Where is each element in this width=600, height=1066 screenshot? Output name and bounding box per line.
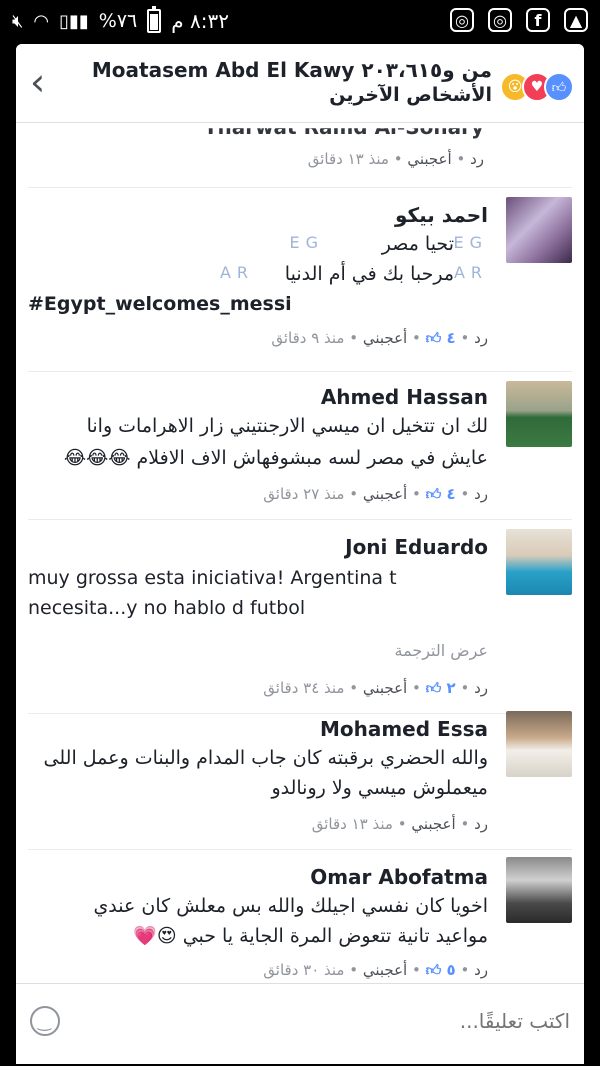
- avatar[interactable]: [506, 381, 572, 447]
- comment-author[interactable]: Omar Abofatma: [310, 865, 488, 889]
- comment-meta: رد • ٥ 👍︎ • أعجبني • منذ ٣٠ دقائق: [263, 961, 488, 979]
- comments-list[interactable]: Tharwat Ramd Al-Sohary رد • أعجبني • منذ…: [16, 123, 584, 983]
- timestamp: منذ ١٣ دقائق: [307, 150, 389, 168]
- comment-text: مرحبا بك في أم الدنيا: [284, 263, 454, 285]
- comment-meta: رد • ٤ 👍︎ • أعجبني • منذ ٩ دقائق: [271, 329, 488, 347]
- comment-text: عايش في مصر لسه مبشوفهاش الاف الافلام 😂😂…: [63, 447, 488, 469]
- comment-text: تحيا مصر: [381, 233, 454, 255]
- see-translation-link[interactable]: عرض الترجمة: [395, 641, 489, 660]
- comment-author[interactable]: Mohamed Essa: [320, 717, 488, 741]
- like-count[interactable]: ٢ 👍︎: [426, 679, 456, 697]
- gallery-icon: ▲: [564, 8, 588, 32]
- avatar[interactable]: [506, 857, 572, 923]
- instagram-icon: ◎: [488, 8, 512, 32]
- flag-emoji-icon: AR: [453, 263, 488, 282]
- comment-item: احمد بيكو EG تحيا مصر EG AR مرحبا بك في …: [16, 197, 584, 397]
- like-count[interactable]: ٥ 👍︎: [426, 961, 456, 979]
- flag-emoji-icon: EG: [453, 233, 488, 252]
- header-subtitle[interactable]: الأشخاص الآخرين: [329, 84, 492, 106]
- comment-meta: رد • ٤ 👍︎ • أعجبني • منذ ٢٧ دقائق: [263, 485, 488, 503]
- facebook-icon: f: [526, 8, 550, 32]
- battery-level: ٧٦%: [98, 10, 138, 32]
- divider: [28, 371, 572, 372]
- comment-author-partial[interactable]: Tharwat Ramd Al-Sohary: [204, 128, 484, 139]
- emoji-smiley-icon[interactable]: [30, 1006, 60, 1036]
- reply-link[interactable]: رد: [470, 150, 484, 168]
- comment-meta: رد • أعجبني • منذ ١٣ دقائق: [311, 815, 488, 833]
- comments-panel: ‹ 😮 ♥ 👍︎ Moatasem Abd El Kawy من و٢٠٣،٦١…: [16, 44, 584, 1064]
- status-bar: ٨:٣٢ م ٧٦% ▮▮▯ ◠ 🔇︎ ◎ ◎ f ▲: [0, 0, 600, 44]
- divider: [28, 519, 572, 520]
- comment-text: muy grossa esta iniciativa! Argentina t: [28, 567, 397, 589]
- like-count[interactable]: ٤ 👍︎: [426, 485, 456, 503]
- reactions-summary[interactable]: 😮 ♥ 👍︎: [500, 72, 580, 102]
- comment-item: Mohamed Essa والله الحضري برقبته كان جاب…: [16, 711, 584, 861]
- avatar[interactable]: [506, 197, 572, 263]
- comment-author[interactable]: Joni Eduardo: [345, 535, 488, 559]
- notification-icons: ◎ ◎ f ▲: [450, 8, 588, 32]
- timestamp: منذ ٣٤ دقائق: [263, 679, 345, 697]
- comment-text: necesita...y no hablo d futbol: [28, 597, 306, 619]
- flag-emoji-icon: AR: [219, 263, 254, 282]
- reply-link[interactable]: رد: [474, 485, 488, 503]
- comment-text: اخويا كان نفسي اجيلك والله بس معلش كان ع…: [93, 895, 488, 917]
- avatar[interactable]: [506, 529, 572, 595]
- reply-link[interactable]: رد: [474, 679, 488, 697]
- like-count[interactable]: ٤ 👍︎: [426, 329, 456, 347]
- comment-text: والله الحضري برقبته كان جاب المدام والبن…: [43, 747, 488, 769]
- comment-author[interactable]: Ahmed Hassan: [321, 385, 488, 409]
- comment-text: ميعملوش ميسي ولا رونالدو: [271, 777, 488, 799]
- hashtag-link[interactable]: #Egypt_welcomes_messi: [28, 289, 292, 319]
- timestamp: منذ ٣٠ دقائق: [263, 961, 345, 979]
- timestamp: منذ ٩ دقائق: [271, 329, 345, 347]
- comment-meta: رد • ٢ 👍︎ • أعجبني • منذ ٣٤ دقائق: [263, 679, 488, 697]
- status-left: ٨:٣٢ م ٧٦% ▮▮▯ ◠ 🔇︎: [12, 6, 229, 33]
- battery-icon: [147, 6, 162, 33]
- like-link[interactable]: أعجبني: [363, 961, 407, 979]
- back-chevron-icon[interactable]: ‹: [30, 62, 45, 102]
- comment-item: Omar Abofatma اخويا كان نفسي اجيلك والله…: [16, 857, 584, 983]
- like-link[interactable]: أعجبني: [411, 815, 455, 833]
- reply-link[interactable]: رد: [474, 329, 488, 347]
- like-link[interactable]: أعجبني: [363, 485, 407, 503]
- divider: [28, 187, 572, 188]
- like-reaction-icon: 👍︎: [544, 72, 574, 102]
- timestamp: منذ ١٣ دقائق: [311, 815, 393, 833]
- comment-item: Ahmed Hassan لك ان تتخيل ان ميسي الارجنت…: [16, 381, 584, 541]
- comment-item: Joni Eduardo muy grossa esta iniciativa!…: [16, 529, 584, 714]
- instagram-icon: ◎: [450, 8, 474, 32]
- avatar[interactable]: [506, 711, 572, 777]
- wifi-icon: ◠: [33, 10, 50, 32]
- mute-icon: 🔇︎: [12, 10, 24, 32]
- divider: [28, 849, 572, 850]
- reactions-header: ‹ 😮 ♥ 👍︎ Moatasem Abd El Kawy من و٢٠٣،٦١…: [16, 44, 584, 123]
- comment-text: مواعيد تانية تتعوض المرة الجاية يا حبي 😍…: [133, 925, 488, 947]
- timestamp: منذ ٢٧ دقائق: [263, 485, 345, 503]
- flag-emoji-icon: EG: [289, 233, 324, 252]
- comment-text: لك ان تتخيل ان ميسي الارجنتيني زار الاهر…: [86, 415, 488, 437]
- comment-input[interactable]: [168, 1008, 572, 1034]
- header-title[interactable]: Moatasem Abd El Kawy من و٢٠٣،٦١٥: [92, 58, 492, 82]
- comment-meta: رد • أعجبني • منذ ١٣ دقائق: [307, 150, 484, 168]
- reply-link[interactable]: رد: [474, 815, 488, 833]
- comment-author[interactable]: احمد بيكو: [395, 203, 488, 227]
- reply-link[interactable]: رد: [474, 961, 488, 979]
- like-link[interactable]: أعجبني: [363, 329, 407, 347]
- clock: ٨:٣٢ م: [171, 9, 229, 33]
- like-link[interactable]: أعجبني: [407, 150, 451, 168]
- comment-composer: [16, 983, 584, 1064]
- like-link[interactable]: أعجبني: [363, 679, 407, 697]
- signal-icon: ▮▮▯: [59, 10, 89, 32]
